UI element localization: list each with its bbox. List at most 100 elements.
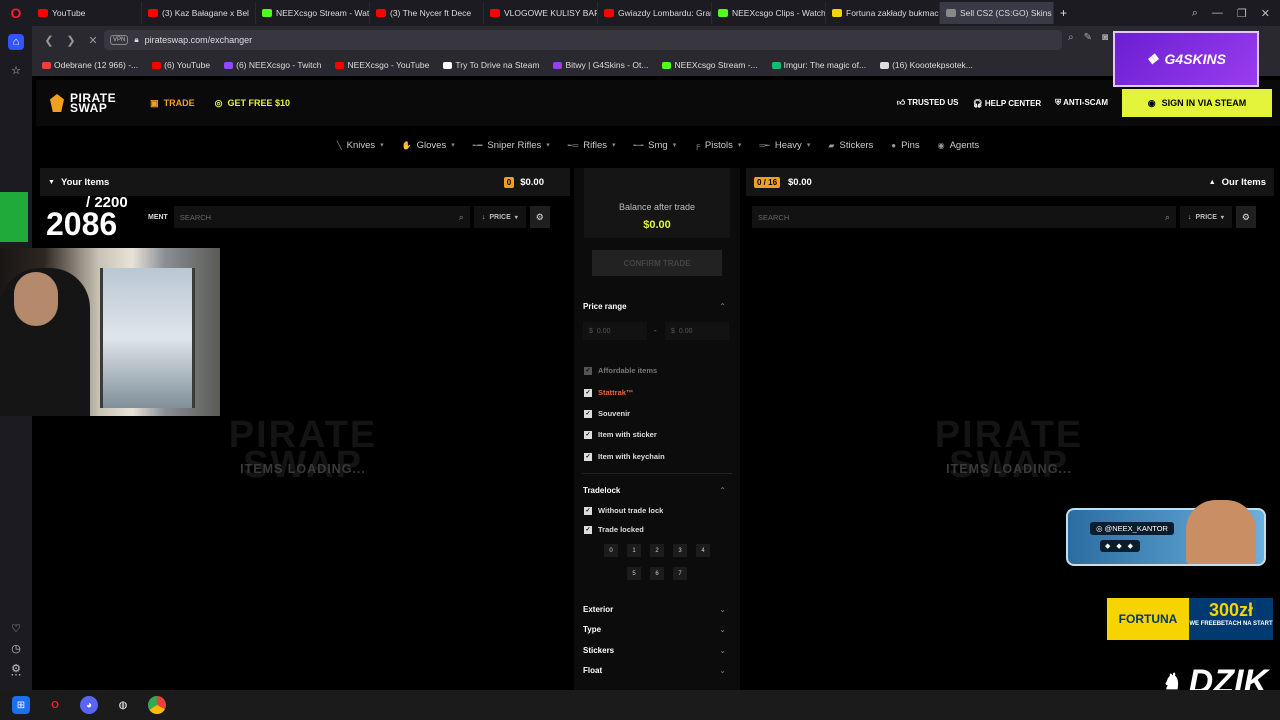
price-max-input[interactable]: $0.00 (665, 322, 729, 340)
your-items-sort-button[interactable]: ↓ PRICE ▾ (473, 206, 526, 228)
category-gloves[interactable]: ✋ Gloves ▾ (402, 140, 455, 151)
your-items-search-input[interactable]: SEARCH ⌕ (173, 206, 470, 228)
filter-checkbox[interactable]: ✓ Item with keychain (584, 452, 665, 461)
windows-start-icon[interactable]: ⊞ (12, 696, 30, 714)
forward-icon[interactable]: ❯ (60, 34, 82, 47)
tradelock-day-button[interactable]: 5 (627, 567, 641, 580)
bookmark-item[interactable]: NEEXcsgo Stream -... (662, 60, 758, 70)
chevron-up-icon[interactable]: ⌃ (719, 302, 726, 311)
price-range-title[interactable]: Price range (583, 302, 627, 311)
your-items-settings-icon[interactable]: ⚙ (529, 206, 550, 228)
our-items-settings-icon[interactable]: ⚙ (1235, 206, 1256, 228)
tradelock-day-button[interactable]: 6 (650, 567, 664, 580)
collapse-icon[interactable]: ▼ (48, 179, 55, 186)
checkbox-icon[interactable]: ✓ (584, 452, 592, 461)
chevron-up-icon[interactable]: ⌃ (719, 486, 726, 495)
checkbox-icon[interactable]: ✓ (584, 506, 592, 515)
filter-checkbox[interactable]: ✓ Stattrak™ (584, 388, 633, 397)
home-icon[interactable]: ⌂ (8, 34, 24, 50)
category-pins[interactable]: ● Pins (891, 140, 919, 151)
bookmark-item[interactable]: Odebrane (12 966) -... (42, 60, 138, 70)
camera-icon[interactable]: ◙ (1102, 32, 1108, 43)
filter-checkbox[interactable]: ✓ Without trade lock (584, 506, 663, 515)
confirm-trade-button[interactable]: CONFIRM TRADE (592, 250, 722, 276)
filter-checkbox[interactable]: ✓ Trade locked (584, 525, 644, 534)
chrome-taskbar-icon[interactable] (148, 696, 166, 714)
price-min-input[interactable]: $0.00 (583, 322, 647, 340)
checkbox-icon[interactable]: ✓ (584, 366, 592, 375)
discord-taskbar-icon[interactable]: ◕ (80, 696, 98, 714)
browser-tab[interactable]: NEEXcsgo Stream - Watch (256, 2, 370, 24)
checkbox-icon[interactable]: ✓ (584, 388, 592, 397)
filter-checkbox[interactable]: ✓ Affordable items (584, 366, 657, 375)
bookmark-item[interactable]: Bitwy | G4Skins - Ot... (553, 60, 648, 70)
nav-trusted-us[interactable]: 👍︎ TRUSTED US (897, 98, 959, 108)
checkbox-icon[interactable]: ✓ (584, 525, 592, 534)
browser-tab[interactable]: Gwiazdy Lombardu: Gran (598, 2, 712, 24)
category-knives[interactable]: ╲ Knives ▾ (337, 140, 384, 151)
minimize-icon[interactable]: — (1212, 7, 1223, 20)
sign-in-steam-button[interactable]: ◉ SIGN IN VIA STEAM (1122, 89, 1272, 117)
nav-help-center[interactable]: 🎧︎ HELP CENTER (972, 99, 1041, 108)
browser-tab[interactable]: YouTube (32, 2, 142, 24)
filter-section-exterior[interactable]: Exterior (583, 605, 613, 614)
filter-checkbox[interactable]: ✓ Item with sticker (584, 430, 657, 439)
search-tabs-icon[interactable]: ⌕ (1192, 7, 1198, 20)
tradelock-day-button[interactable]: 4 (696, 544, 710, 557)
collapse-icon[interactable]: ▲ (1209, 179, 1216, 186)
filter-section-float[interactable]: Float (583, 666, 602, 675)
bookmark-item[interactable]: NEEXcsgo - YouTube (335, 60, 429, 70)
edit-icon[interactable]: ✎ (1084, 32, 1092, 43)
tradelock-day-button[interactable]: 1 (627, 544, 641, 557)
reload-icon[interactable]: ✕ (82, 34, 104, 47)
chevron-down-icon[interactable]: ⌄ (719, 625, 726, 634)
search-icon[interactable]: ⌕ (1165, 212, 1170, 223)
tradelock-day-button[interactable]: 2 (650, 544, 664, 557)
browser-tab[interactable]: (3) Kaz Bałagane x Bel (142, 2, 256, 24)
chevron-down-icon[interactable]: ⌄ (719, 605, 726, 614)
tradelock-day-button[interactable]: 0 (604, 544, 618, 557)
category-agents[interactable]: ◉ Agents (938, 140, 980, 151)
bookmark-item[interactable]: (16) Koootekpsotek... (880, 60, 973, 70)
nav-anti-scam[interactable]: ⛨ ANTI-SCAM (1055, 98, 1108, 108)
chevron-down-icon[interactable]: ⌄ (719, 666, 726, 675)
our-items-header[interactable]: 0 / 16 $0.00 ▲ Our Items (746, 168, 1274, 196)
nav-trade[interactable]: ▣ TRADE (150, 98, 195, 109)
back-icon[interactable]: ❮ (38, 34, 60, 47)
new-tab-button[interactable]: + (1054, 2, 1073, 24)
search-icon[interactable]: ⌕ (459, 212, 464, 223)
browser-tab[interactable]: VLOGOWE KULISY BARAŻ (484, 2, 598, 24)
filter-checkbox[interactable]: ✓ Souvenir (584, 409, 630, 418)
category-sniper-rifles[interactable]: ╾━ Sniper Rifles ▾ (473, 140, 550, 151)
bookmark-item[interactable]: Imgur: The magic of... (771, 60, 866, 70)
heart-icon[interactable]: ♡ (8, 620, 24, 636)
browser-tab[interactable]: NEEXcsgo Clips - Watch L (712, 2, 826, 24)
our-items-search-input[interactable]: SEARCH ⌕ (752, 206, 1176, 228)
pirateswap-logo[interactable]: PIRATE SWAP (50, 92, 116, 114)
chevron-down-icon[interactable]: ⌄ (719, 646, 726, 655)
obs-taskbar-icon[interactable]: ◍ (114, 696, 132, 714)
tradelock-title[interactable]: Tradelock (583, 486, 620, 495)
nav-get-free[interactable]: ◎ GET FREE $10 (215, 98, 290, 109)
browser-tab[interactable]: Fortuna zakłady bukmach (826, 2, 940, 24)
checkbox-icon[interactable]: ✓ (584, 409, 592, 418)
category-smg[interactable]: ╾╼ Smg ▾ (634, 140, 677, 151)
search-icon[interactable]: ⌕ (1068, 32, 1074, 43)
bookmark-item[interactable]: (6) YouTube (152, 60, 210, 70)
more-icon[interactable]: ⋯ (8, 666, 24, 682)
category-pistols[interactable]: ╒ Pistols ▾ (694, 140, 741, 151)
url-text[interactable]: pirateswap.com/exchanger (145, 35, 253, 45)
tradelock-day-button[interactable]: 3 (673, 544, 687, 557)
star-icon[interactable]: ☆ (8, 62, 24, 78)
category-rifles[interactable]: ╾═ Rifles ▾ (568, 140, 616, 151)
vpn-badge[interactable]: VPN (110, 35, 129, 45)
bookmark-item[interactable]: (6) NEEXcsgo - Twitch (224, 60, 321, 70)
category-stickers[interactable]: ▰ Stickers (828, 140, 873, 151)
checkbox-icon[interactable]: ✓ (584, 430, 592, 439)
opera-taskbar-icon[interactable]: O (46, 696, 64, 714)
browser-tab[interactable]: Sell CS2 (CS:GO) Skins | B (940, 2, 1054, 24)
url-field[interactable]: VPN 🔒︎ pirateswap.com/exchanger (104, 30, 1062, 50)
maximize-icon[interactable]: ❐ (1237, 7, 1247, 20)
filter-section-type[interactable]: Type (583, 625, 601, 634)
browser-tab[interactable]: (3) The Nycer ft Dece (370, 2, 484, 24)
